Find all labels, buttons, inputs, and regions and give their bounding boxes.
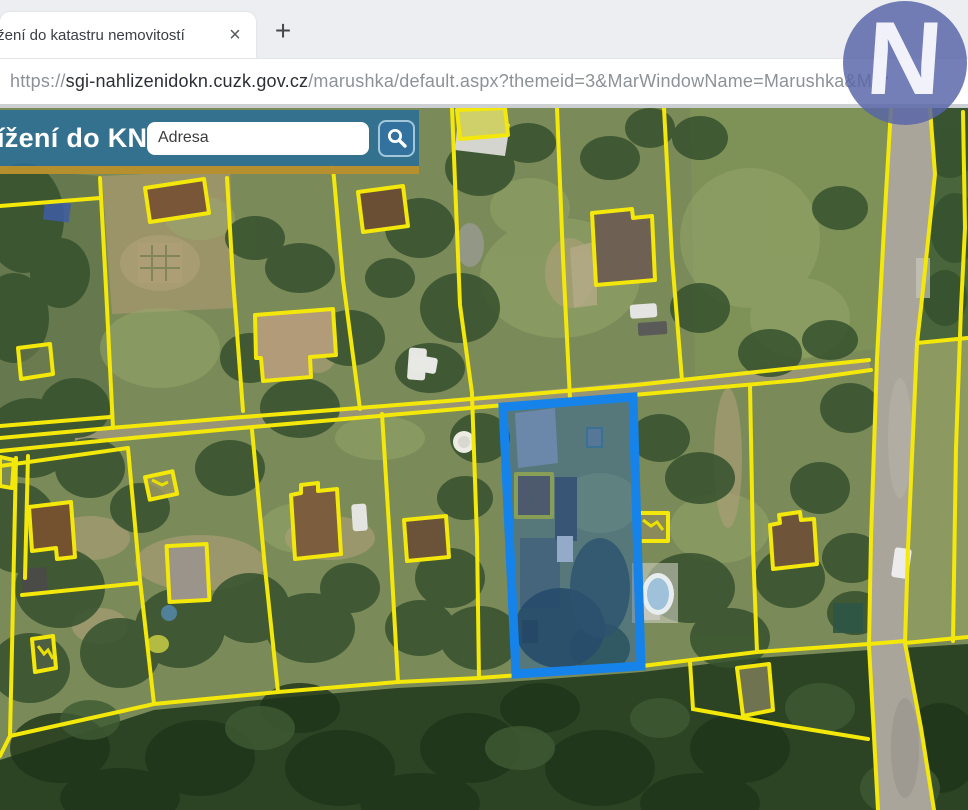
address-search-input[interactable] [147, 122, 369, 155]
search-icon [386, 127, 408, 149]
search-button[interactable] [378, 120, 415, 157]
highlighted-parcel[interactable] [503, 397, 641, 674]
tab-bar: ížení do katastru nemovitostí × + [0, 0, 968, 58]
browser-tab[interactable]: ížení do katastru nemovitostí × [0, 12, 256, 58]
logo-letter: N [864, 7, 946, 111]
brand-logo: N [843, 1, 967, 125]
url-path: /marushka/default.aspx?themeid=3&MarWind… [308, 71, 888, 91]
new-tab-button[interactable]: + [266, 14, 300, 48]
map-header: ížení do KN [0, 110, 419, 174]
url-text: https://sgi-nahlizenidokn.cuzk.gov.cz/ma… [10, 71, 888, 92]
url-domain: sgi-nahlizenidokn.cuzk.gov.cz [66, 71, 309, 91]
browser-window: ížení do katastru nemovitostí × + https:… [0, 0, 968, 810]
map-container: ížení do KN [0, 108, 968, 810]
close-icon[interactable]: × [222, 22, 248, 48]
url-scheme: https:// [10, 71, 66, 91]
url-bar[interactable]: https://sgi-nahlizenidokn.cuzk.gov.cz/ma… [0, 58, 968, 108]
map-canvas[interactable] [0, 108, 968, 810]
tab-title: ížení do katastru nemovitostí [0, 27, 222, 44]
app-title: ížení do KN [0, 123, 147, 154]
